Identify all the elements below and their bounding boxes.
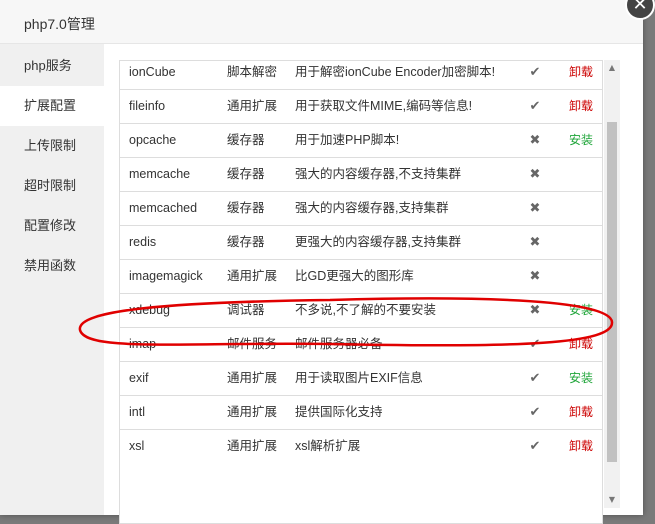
extension-type: 通用扩展 <box>227 439 278 453</box>
extension-type: 通用扩展 <box>227 269 278 283</box>
checkmark-icon: ✔ <box>529 371 541 386</box>
extension-description: 提供国际化支持 <box>295 405 383 419</box>
table-row: xdebug 调试器 不多说,不了解的不要安装 ✖ 安装 <box>120 293 602 327</box>
extension-description: 用于加速PHP脚本! <box>295 133 400 147</box>
cross-icon: ✖ <box>529 303 541 318</box>
extension-description: xsl解析扩展 <box>295 439 361 453</box>
extension-description: 邮件服务器必备 <box>295 337 383 351</box>
extension-name: memcache <box>129 167 191 181</box>
dialog-titlebar: php7.0管理 <box>0 0 643 44</box>
checkmark-icon: ✔ <box>529 99 541 114</box>
table-row: memcache 缓存器 强大的内容缓存器,不支持集群 ✖ <box>120 157 602 191</box>
scrollbar[interactable]: ▲ ▼ <box>604 60 620 508</box>
scroll-down-arrow-icon[interactable]: ▼ <box>604 492 620 508</box>
extension-description: 用于读取图片EXIF信息 <box>295 371 423 385</box>
uninstall-link[interactable]: 卸载 <box>569 90 601 123</box>
table-row: opcache 缓存器 用于加速PHP脚本! ✖ 安装 <box>120 123 602 157</box>
dialog-title: php7.0管理 <box>24 16 95 32</box>
extension-name: exif <box>129 371 149 385</box>
uninstall-link[interactable]: 卸载 <box>569 396 601 429</box>
php-manager-dialog: php7.0管理 php服务 扩展配置 上传限制 超时限制 配置修改 禁用函数 … <box>0 0 643 524</box>
extension-description: 不多说,不了解的不要安装 <box>295 303 436 317</box>
extension-type: 调试器 <box>227 303 265 317</box>
table-row: imap 邮件服务 邮件服务器必备 ✔ 卸载 <box>120 327 602 361</box>
table-row: fileinfo 通用扩展 用于获取文件MIME,编码等信息! ✔ 卸载 <box>120 89 602 123</box>
uninstall-link[interactable]: 卸载 <box>569 61 601 89</box>
extension-description: 强大的内容缓存器,支持集群 <box>295 201 449 215</box>
extension-name: imagemagick <box>129 269 203 283</box>
install-link[interactable]: 安装 <box>569 124 601 157</box>
checkmark-icon: ✔ <box>529 337 541 352</box>
uninstall-link[interactable]: 卸载 <box>569 328 601 361</box>
sidebar-item-config-edit[interactable]: 配置修改 <box>0 206 104 246</box>
extension-type: 缓存器 <box>227 133 265 147</box>
extension-type: 脚本解密 <box>227 65 278 79</box>
extension-description: 强大的内容缓存器,不支持集群 <box>295 167 461 181</box>
extension-type: 邮件服务 <box>227 337 278 351</box>
table-row: imagemagick 通用扩展 比GD更强大的图形库 ✖ <box>120 259 602 293</box>
cross-icon: ✖ <box>529 235 541 250</box>
extension-type: 缓存器 <box>227 201 265 215</box>
table-row: intl 通用扩展 提供国际化支持 ✔ 卸载 <box>120 395 602 429</box>
sidebar-item-disabled-functions[interactable]: 禁用函数 <box>0 246 104 286</box>
scroll-thumb[interactable] <box>607 122 617 462</box>
extension-name: memcached <box>129 201 198 215</box>
extension-name: ionCube <box>129 65 176 79</box>
sidebar-item-timeout-limit[interactable]: 超时限制 <box>0 166 104 206</box>
extension-name: imap <box>129 337 157 351</box>
table-row: ionCube 脚本解密 用于解密ionCube Encoder加密脚本! ✔ 卸载 <box>120 61 602 89</box>
sidebar-item-extensions[interactable]: 扩展配置 <box>0 86 104 126</box>
extension-name: fileinfo <box>129 99 166 113</box>
cross-icon: ✖ <box>529 133 541 148</box>
checkmark-icon: ✔ <box>529 439 541 454</box>
checkmark-icon: ✔ <box>529 405 541 420</box>
extension-type: 通用扩展 <box>227 99 278 113</box>
table-row: exif 通用扩展 用于读取图片EXIF信息 ✔ 安装 <box>120 361 602 395</box>
table-row: memcached 缓存器 强大的内容缓存器,支持集群 ✖ <box>120 191 602 225</box>
extension-type: 通用扩展 <box>227 371 278 385</box>
install-link[interactable]: 安装 <box>569 294 601 327</box>
extensions-table: ionCube 脚本解密 用于解密ionCube Encoder加密脚本! ✔ 卸载 fi… <box>119 60 603 524</box>
extension-name: opcache <box>129 133 177 147</box>
cross-icon: ✖ <box>529 167 541 182</box>
uninstall-link[interactable]: 卸载 <box>569 430 601 463</box>
extension-description: 更强大的内容缓存器,支持集群 <box>295 235 461 249</box>
checkmark-icon: ✔ <box>529 65 541 80</box>
extension-name: xsl <box>129 439 145 453</box>
cross-icon: ✖ <box>529 201 541 216</box>
extension-type: 缓存器 <box>227 167 265 181</box>
sidebar: php服务 扩展配置 上传限制 超时限制 配置修改 禁用函数 <box>0 44 104 515</box>
sidebar-item-php-service[interactable]: php服务 <box>0 46 104 86</box>
extension-name: redis <box>129 235 157 249</box>
cross-icon: ✖ <box>529 269 541 284</box>
install-link[interactable]: 安装 <box>569 362 601 395</box>
table-row: xsl 通用扩展 xsl解析扩展 ✔ 卸载 <box>120 429 602 463</box>
extension-description: 比GD更强大的图形库 <box>295 269 414 283</box>
table-row: redis 缓存器 更强大的内容缓存器,支持集群 ✖ <box>120 225 602 259</box>
extension-name: xdebug <box>129 303 171 317</box>
extension-name: intl <box>129 405 145 419</box>
extension-type: 通用扩展 <box>227 405 278 419</box>
extension-type: 缓存器 <box>227 235 265 249</box>
extensions-panel: ionCube 脚本解密 用于解密ionCube Encoder加密脚本! ✔ 卸载 fi… <box>104 44 643 524</box>
sidebar-item-upload-limit[interactable]: 上传限制 <box>0 126 104 166</box>
extension-description: 用于获取文件MIME,编码等信息! <box>295 99 473 113</box>
extension-description: 用于解密ionCube Encoder加密脚本! <box>295 65 496 79</box>
scroll-up-arrow-icon[interactable]: ▲ <box>604 60 620 76</box>
